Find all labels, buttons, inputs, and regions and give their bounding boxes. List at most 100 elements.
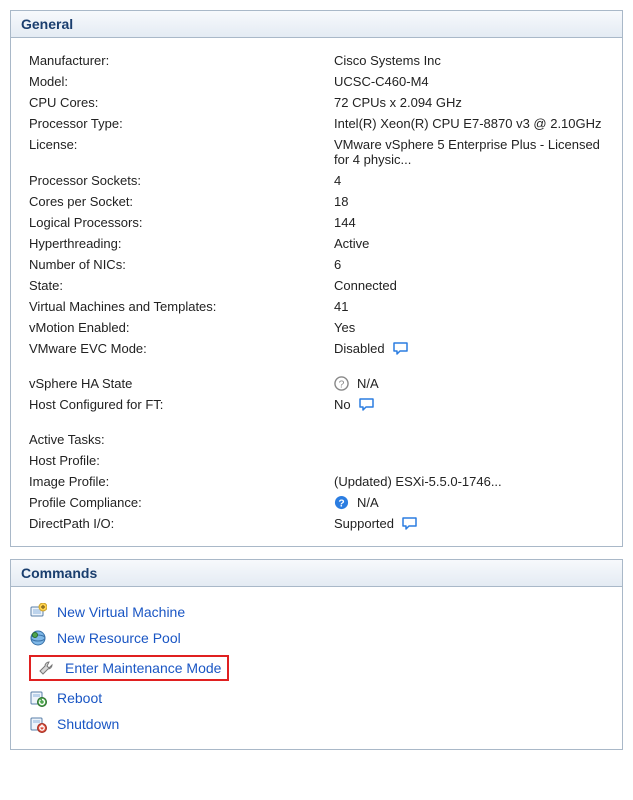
- command-item: Reboot: [29, 685, 604, 711]
- command-link[interactable]: Shutdown: [57, 716, 119, 732]
- info-value: [334, 432, 604, 447]
- info-label: Manufacturer:: [29, 53, 334, 68]
- info-row: Model:UCSC-C460-M4: [29, 71, 604, 92]
- info-label: Host Profile:: [29, 453, 334, 468]
- info-value-text: 18: [334, 194, 348, 209]
- info-value: Cisco Systems Inc: [334, 53, 604, 68]
- help-icon[interactable]: ?: [334, 376, 349, 391]
- info-row: State:Connected: [29, 275, 604, 296]
- speech-bubble-icon[interactable]: [359, 398, 375, 412]
- info-value-text: Cisco Systems Inc: [334, 53, 441, 68]
- info-value-text: Disabled: [334, 341, 385, 356]
- general-panel: General Manufacturer:Cisco Systems IncMo…: [10, 10, 623, 547]
- info-row: Virtual Machines and Templates:41: [29, 296, 604, 317]
- info-value-text: Supported: [334, 516, 394, 531]
- info-row: License:VMware vSphere 5 Enterprise Plus…: [29, 134, 604, 170]
- info-value: 18: [334, 194, 604, 209]
- info-row: Profile Compliance:?N/A: [29, 492, 604, 513]
- info-label: vSphere HA State: [29, 376, 334, 391]
- info-row: Processor Sockets:4: [29, 170, 604, 191]
- info-value-text: No: [334, 397, 351, 412]
- help-icon[interactable]: ?: [334, 495, 349, 510]
- svg-text:?: ?: [339, 379, 345, 390]
- command-item: New Virtual Machine: [29, 599, 604, 625]
- info-label: State:: [29, 278, 334, 293]
- shutdown-icon: [29, 715, 47, 733]
- info-row: Cores per Socket:18: [29, 191, 604, 212]
- info-value: Yes: [334, 320, 604, 335]
- info-value: VMware vSphere 5 Enterprise Plus - Licen…: [334, 137, 604, 167]
- maintenance-icon: [37, 659, 55, 677]
- info-value: 72 CPUs x 2.094 GHz: [334, 95, 604, 110]
- info-value-text: 4: [334, 173, 341, 188]
- info-label: VMware EVC Mode:: [29, 341, 334, 356]
- info-value-text: 72 CPUs x 2.094 GHz: [334, 95, 462, 110]
- info-value-text: 144: [334, 215, 356, 230]
- new-vm-icon: [29, 603, 47, 621]
- info-value: No: [334, 397, 604, 412]
- info-label: Active Tasks:: [29, 432, 334, 447]
- command-link[interactable]: Reboot: [57, 690, 102, 706]
- info-row: Manufacturer:Cisco Systems Inc: [29, 50, 604, 71]
- speech-bubble-icon[interactable]: [393, 342, 409, 356]
- info-row: Image Profile:(Updated) ESXi-5.5.0-1746.…: [29, 471, 604, 492]
- info-label: Cores per Socket:: [29, 194, 334, 209]
- info-value: Connected: [334, 278, 604, 293]
- info-row: DirectPath I/O:Supported: [29, 513, 604, 534]
- info-value: 144: [334, 215, 604, 230]
- info-row: Logical Processors:144: [29, 212, 604, 233]
- info-value: Supported: [334, 516, 604, 531]
- info-row: Number of NICs:6: [29, 254, 604, 275]
- info-row: Hyperthreading:Active: [29, 233, 604, 254]
- info-label: CPU Cores:: [29, 95, 334, 110]
- info-value-text: Active: [334, 236, 369, 251]
- svg-text:?: ?: [338, 498, 344, 509]
- info-value: 6: [334, 257, 604, 272]
- info-value: [334, 453, 604, 468]
- info-row: vMotion Enabled:Yes: [29, 317, 604, 338]
- info-label: Host Configured for FT:: [29, 397, 334, 412]
- info-label: Model:: [29, 74, 334, 89]
- info-value: (Updated) ESXi-5.5.0-1746...: [334, 474, 604, 489]
- general-panel-body: Manufacturer:Cisco Systems IncModel:UCSC…: [11, 38, 622, 546]
- info-label: License:: [29, 137, 334, 167]
- speech-bubble-icon[interactable]: [402, 517, 418, 531]
- command-item: Enter Maintenance Mode: [29, 651, 604, 685]
- info-value-text: N/A: [357, 376, 379, 391]
- info-row: vSphere HA State? N/A: [29, 373, 604, 394]
- info-value-text: N/A: [357, 495, 379, 510]
- info-label: Processor Type:: [29, 116, 334, 131]
- commands-panel-body: New Virtual Machine New Resource Pool Ente…: [11, 587, 622, 749]
- info-value: Intel(R) Xeon(R) CPU E7-8870 v3 @ 2.10GH…: [334, 116, 604, 131]
- info-label: Processor Sockets:: [29, 173, 334, 188]
- info-value: 4: [334, 173, 604, 188]
- info-value-text: 6: [334, 257, 341, 272]
- commands-panel: Commands New Virtual Machine New Resource…: [10, 559, 623, 750]
- info-row: CPU Cores:72 CPUs x 2.094 GHz: [29, 92, 604, 113]
- info-value-text: Connected: [334, 278, 397, 293]
- info-row: Host Profile:: [29, 450, 604, 471]
- command-link[interactable]: Enter Maintenance Mode: [65, 660, 221, 676]
- info-value-text: Yes: [334, 320, 355, 335]
- info-value-text: 41: [334, 299, 348, 314]
- info-label: Hyperthreading:: [29, 236, 334, 251]
- command-link[interactable]: New Virtual Machine: [57, 604, 185, 620]
- info-value-text: VMware vSphere 5 Enterprise Plus - Licen…: [334, 137, 604, 167]
- info-label: DirectPath I/O:: [29, 516, 334, 531]
- reboot-icon: [29, 689, 47, 707]
- info-row: Host Configured for FT:No: [29, 394, 604, 415]
- commands-panel-header: Commands: [11, 560, 622, 587]
- commands-title: Commands: [21, 565, 97, 581]
- info-label: Image Profile:: [29, 474, 334, 489]
- info-label: Virtual Machines and Templates:: [29, 299, 334, 314]
- info-label: Logical Processors:: [29, 215, 334, 230]
- info-row: Processor Type:Intel(R) Xeon(R) CPU E7-8…: [29, 113, 604, 134]
- info-value: Active: [334, 236, 604, 251]
- info-value: 41: [334, 299, 604, 314]
- command-link[interactable]: New Resource Pool: [57, 630, 181, 646]
- command-item: Shutdown: [29, 711, 604, 737]
- info-value: ? N/A: [334, 376, 604, 391]
- info-label: Number of NICs:: [29, 257, 334, 272]
- new-pool-icon: [29, 629, 47, 647]
- info-value-text: (Updated) ESXi-5.5.0-1746...: [334, 474, 502, 489]
